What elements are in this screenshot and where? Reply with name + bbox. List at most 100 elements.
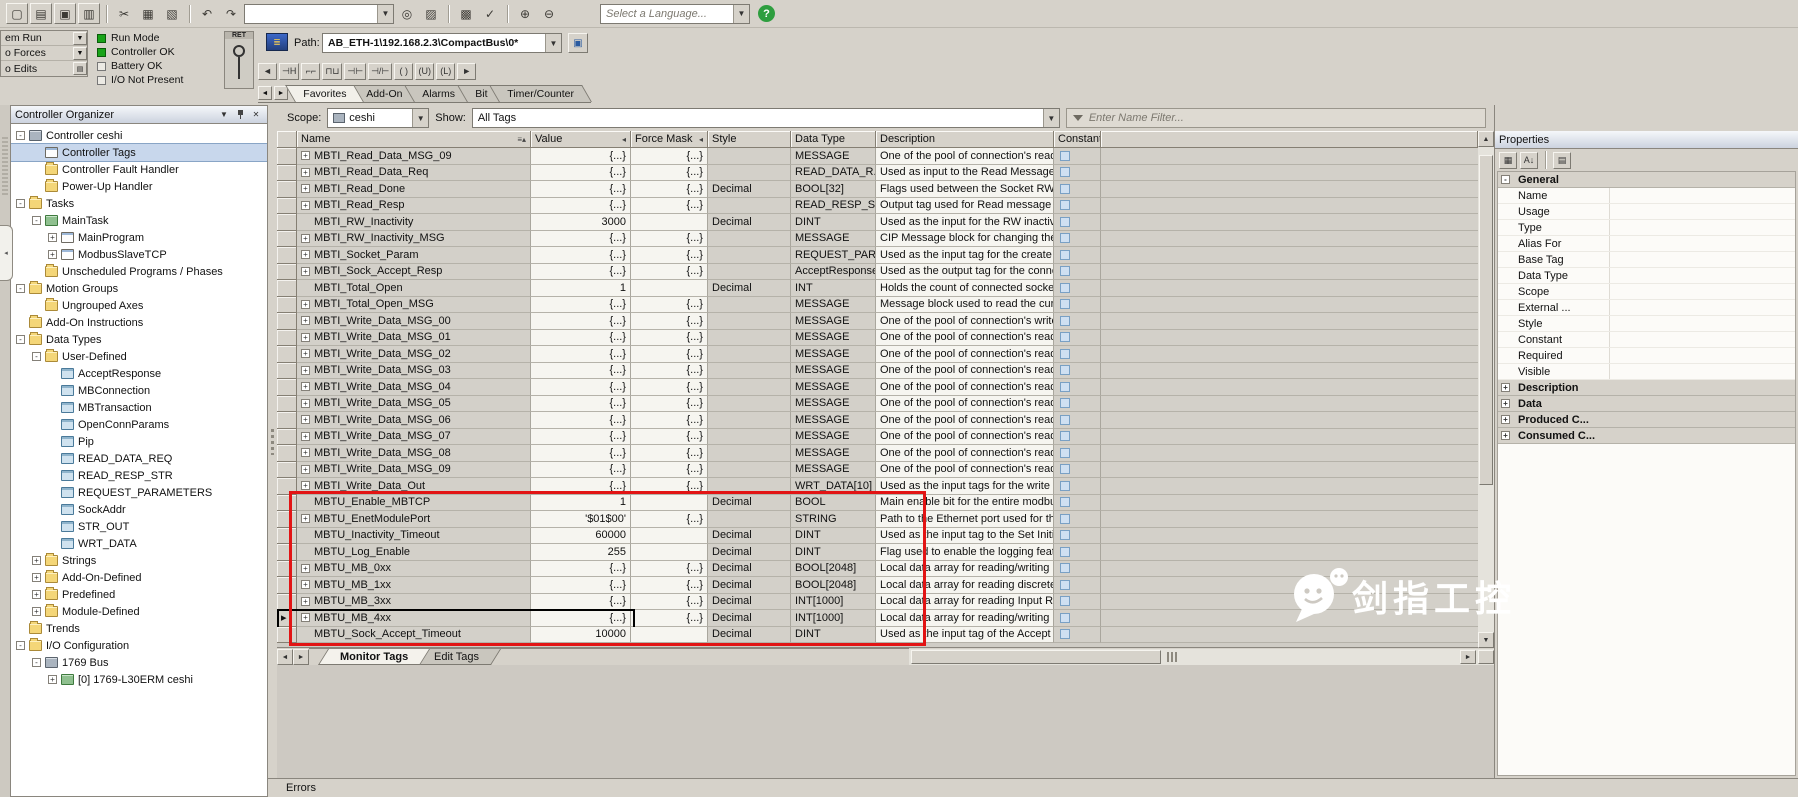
expand-icon[interactable]: + (301, 448, 310, 458)
force-mask-cell[interactable]: {...} (631, 511, 708, 528)
constant-checkbox[interactable] (1060, 563, 1070, 574)
tab-monitor-tags[interactable]: Monitor Tags (318, 649, 431, 665)
tag-row-MBTI_Sock_Accept_Resp[interactable]: + MBTI_Sock_Accept_Resp {...} {...} AcceptRe… (277, 263, 1478, 280)
row-selector[interactable] (277, 445, 297, 462)
constant-checkbox[interactable] (1060, 233, 1070, 244)
ote-instruction-button[interactable]: ( ) (394, 62, 414, 80)
tree-item-data-types[interactable]: - Data Types (11, 331, 267, 348)
expand-icon[interactable]: + (301, 332, 310, 342)
value-cell[interactable]: {...} (531, 395, 631, 412)
row-selector[interactable] (277, 148, 297, 165)
constant-checkbox[interactable] (1060, 381, 1070, 392)
expand-icon[interactable]: + (301, 613, 310, 623)
tree-item-predefined[interactable]: + Predefined (11, 586, 267, 603)
zoom-in-button[interactable]: ⊕ (514, 3, 536, 24)
expand-icon[interactable]: + (32, 556, 41, 565)
tree-item-strings[interactable]: + Strings (11, 552, 267, 569)
description-cell[interactable]: One of the pool of connection's read ... (876, 461, 1054, 478)
expand-icon[interactable]: + (1501, 399, 1510, 408)
tree-item-read-data-req[interactable]: READ_DATA_REQ (11, 450, 267, 467)
value-cell[interactable]: {...} (531, 263, 631, 280)
force-mask-cell[interactable]: {...} (631, 379, 708, 396)
force-mask-cell[interactable]: {...} (631, 313, 708, 330)
autohide-tab[interactable]: ◂ (0, 225, 13, 281)
constant-checkbox[interactable] (1060, 431, 1070, 442)
description-cell[interactable]: One of the pool of connection's read ... (876, 395, 1054, 412)
property-row-required[interactable]: Required (1498, 348, 1795, 364)
pin-icon[interactable] (233, 108, 247, 121)
value-cell[interactable]: {...} (531, 247, 631, 264)
scrollbar-track[interactable] (1478, 147, 1494, 632)
value-cell[interactable]: {...} (531, 560, 631, 577)
collapse-icon[interactable]: - (16, 131, 25, 140)
expand-icon[interactable]: + (301, 382, 310, 392)
open-file-button[interactable]: ▤ (30, 3, 52, 24)
tab-scroll-left-icon[interactable]: ◄ (277, 649, 293, 665)
mode-row-o-forces[interactable]: o Forces ▼ (1, 46, 87, 61)
tag-row-MBTI_Read_Done[interactable]: + MBTI_Read_Done {...} {...} Decimal BOOL[32]… (277, 181, 1478, 198)
description-cell[interactable]: Flag used to enable the logging featu... (876, 544, 1054, 561)
row-selector[interactable] (277, 263, 297, 280)
collapse-icon[interactable]: - (16, 199, 25, 208)
property-category-produced-c[interactable]: + Produced C... (1498, 412, 1795, 428)
collapse-icon[interactable]: - (16, 641, 25, 650)
tree-item-controller-fault-handler[interactable]: Controller Fault Handler (11, 161, 267, 178)
description-cell[interactable]: One of the pool of connection's read ... (876, 148, 1054, 165)
tree-item-trends[interactable]: Trends (11, 620, 267, 637)
tree-item-mainprogram[interactable]: + MainProgram (11, 229, 267, 246)
branch-button[interactable]: ⊣H (279, 62, 300, 80)
horizontal-scrollbar[interactable]: ► (909, 649, 1494, 665)
row-selector[interactable] (277, 313, 297, 330)
value-cell[interactable]: {...} (531, 362, 631, 379)
expand-icon[interactable]: + (48, 250, 57, 259)
tag-row-MBTI_Write_Data_MSG_04[interactable]: + MBTI_Write_Data_MSG_04 {...} {...} MESSAGE… (277, 379, 1478, 396)
force-mask-cell[interactable]: {...} (631, 296, 708, 313)
tree-item-request-parameters[interactable]: REQUEST_PARAMETERS (11, 484, 267, 501)
tree-item-controller-tags[interactable]: Controller Tags (11, 143, 267, 162)
value-cell[interactable]: {...} (531, 164, 631, 181)
force-mask-cell[interactable]: {...} (631, 395, 708, 412)
description-cell[interactable]: Holds the count of connected socke... (876, 280, 1054, 297)
element-search-combo[interactable]: ▼ (244, 3, 394, 24)
column-header-constant[interactable]: Constant (1054, 131, 1101, 148)
constant-checkbox[interactable] (1060, 497, 1070, 508)
expand-icon[interactable]: + (1501, 431, 1510, 440)
tree-item-maintask[interactable]: - MainTask (11, 212, 267, 229)
column-header-description[interactable]: Description (876, 131, 1054, 148)
value-cell[interactable]: {...} (531, 148, 631, 165)
expand-icon[interactable]: + (32, 573, 41, 582)
description-cell[interactable]: Local data array for reading Input Re... (876, 593, 1054, 610)
row-selector[interactable] (277, 214, 297, 231)
description-cell[interactable]: CIP Message block for changing the ... (876, 230, 1054, 247)
value-cell[interactable]: {...} (531, 346, 631, 363)
force-mask-cell[interactable]: {...} (631, 610, 708, 627)
rung-button[interactable]: ⊓⊔ (322, 62, 343, 80)
row-selector[interactable] (277, 527, 297, 544)
tree-item-pip[interactable]: Pip (11, 433, 267, 450)
scroll-up-icon[interactable]: ▲ (1478, 131, 1494, 147)
collapse-icon[interactable]: - (32, 658, 41, 667)
grid-toggle-button[interactable]: ▩ (455, 3, 477, 24)
value-cell[interactable]: {...} (531, 478, 631, 495)
constant-checkbox[interactable] (1060, 447, 1070, 458)
tag-row-MBTI_Write_Data_MSG_06[interactable]: + MBTI_Write_Data_MSG_06 {...} {...} MESSAGE… (277, 412, 1478, 429)
scrollbar-grip[interactable] (1167, 652, 1179, 662)
force-mask-cell[interactable]: {...} (631, 412, 708, 429)
row-selector[interactable] (277, 577, 297, 594)
edits-icon[interactable]: ▤ (73, 62, 87, 75)
constant-checkbox[interactable] (1060, 150, 1070, 161)
tree-item-module-defined[interactable]: + Module-Defined (11, 603, 267, 620)
panel-menu-icon[interactable]: ▼ (217, 108, 231, 121)
description-cell[interactable]: One of the pool of connection's write... (876, 313, 1054, 330)
property-row-external[interactable]: External ... (1498, 300, 1795, 316)
palette-scroll-right-button[interactable]: ► (457, 62, 477, 80)
expand-icon[interactable]: + (32, 607, 41, 616)
errors-pane-header[interactable]: Errors (268, 778, 1798, 797)
column-header-name[interactable]: Name ≡▴ (297, 131, 531, 148)
copy-button[interactable]: ▦ (137, 3, 159, 24)
expand-icon[interactable]: + (301, 184, 310, 194)
row-selector[interactable] (277, 593, 297, 610)
constant-checkbox[interactable] (1060, 414, 1070, 425)
constant-checkbox[interactable] (1060, 513, 1070, 524)
force-mask-cell[interactable] (631, 544, 708, 561)
